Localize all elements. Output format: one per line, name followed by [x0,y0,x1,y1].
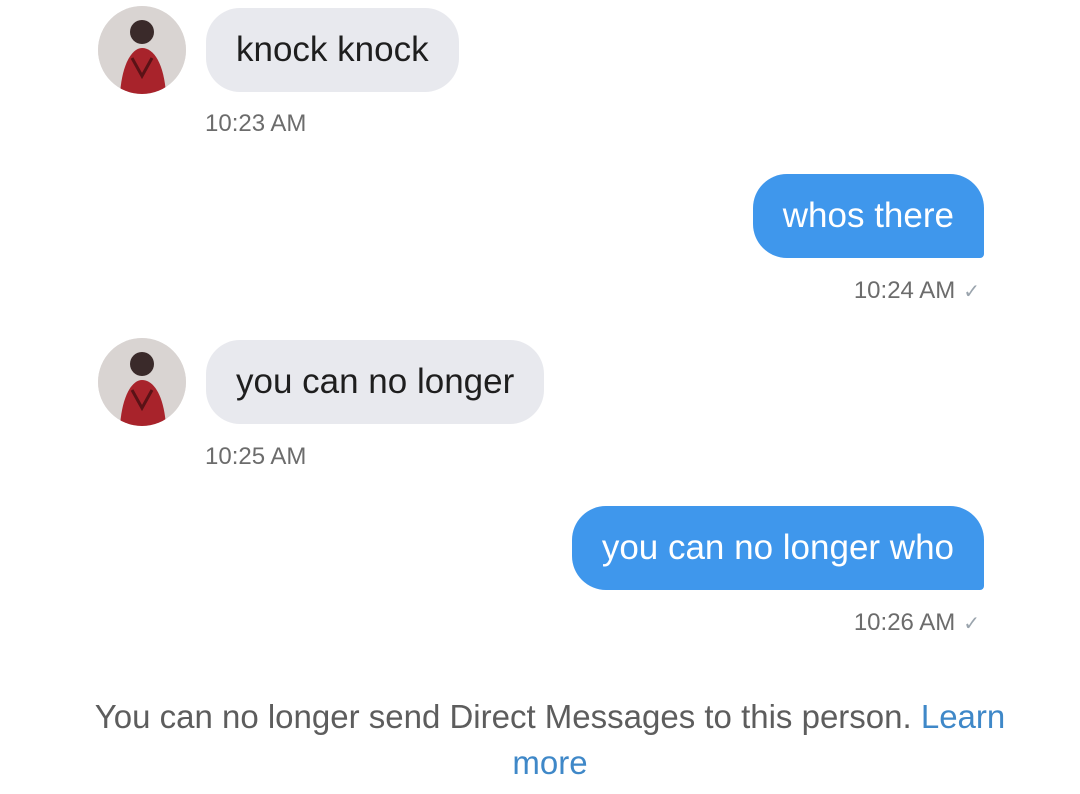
message-timestamp-row: 10:26 AM ✓ [854,609,980,638]
conversation-thread: knock knock 10:23 AM whos there 10:24 AM… [0,0,1080,794]
message-text: knock knock [236,30,429,69]
message-text: you can no longer [236,362,515,401]
message-text: you can no longer who [601,528,954,567]
message-text: whos there [782,196,954,235]
message-timestamp: 10:25 AM [205,443,307,470]
outgoing-message-bubble[interactable]: you can no longer who [571,506,984,590]
message-timestamp: 10:24 AM [853,277,956,304]
incoming-message-bubble[interactable]: knock knock [206,8,459,92]
outgoing-message-bubble[interactable]: whos there [752,174,984,258]
blocked-notice: You can no longer send Direct Messages t… [80,694,1020,786]
message-timestamp: 10:26 AM [853,609,956,636]
checkmark-icon: ✓ [963,281,980,303]
message-timestamp-row: 10:24 AM ✓ [854,277,980,306]
checkmark-icon: ✓ [963,613,980,635]
message-timestamp: 10:23 AM [205,110,307,137]
incoming-message-bubble[interactable]: you can no longer [206,340,545,424]
blocked-notice-text: You can no longer send Direct Messages t… [94,698,912,735]
contact-avatar[interactable] [98,338,186,426]
contact-avatar[interactable] [98,6,186,94]
